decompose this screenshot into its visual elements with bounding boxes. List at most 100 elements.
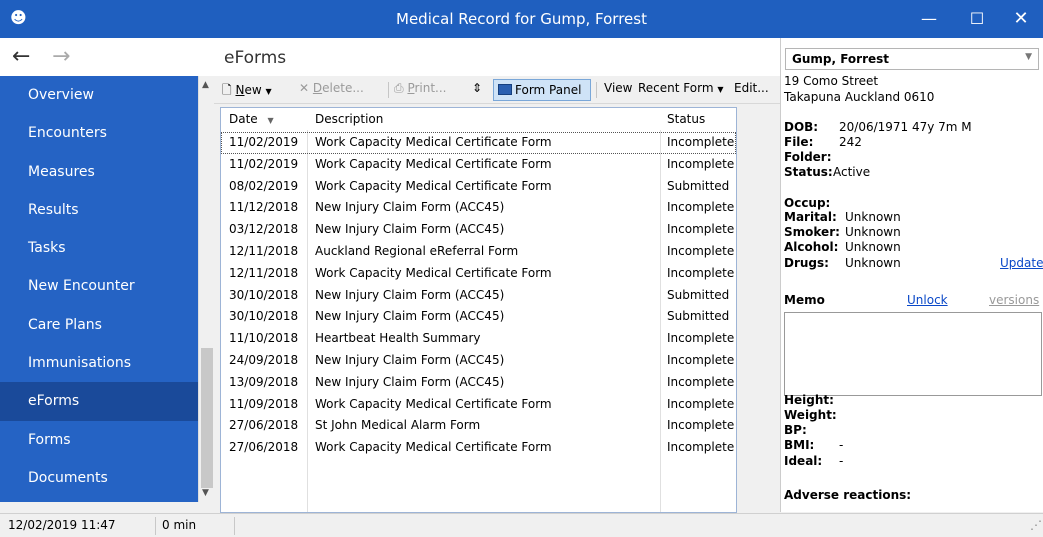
bp-label: BP: <box>784 423 807 437</box>
sidebar-item-new-encounter[interactable]: New Encounter <box>0 267 198 305</box>
unlock-link[interactable]: Unlock <box>907 293 948 307</box>
sidebar-item-care-plans[interactable]: Care Plans <box>0 306 198 344</box>
table-row[interactable]: 11/02/2019 Work Capacity Medical Certific… <box>221 154 736 176</box>
file-value: 242 <box>839 135 862 149</box>
bmi-label: BMI: <box>784 438 815 452</box>
table-row[interactable]: 30/10/2018 New Injury Claim Form (ACC45) S… <box>221 306 736 328</box>
sidebar-item-forms[interactable]: Forms <box>0 421 198 459</box>
table-row[interactable]: 11/09/2018 Work Capacity Medical Certific… <box>221 394 736 416</box>
cell-status: Incomplete <box>667 374 735 389</box>
cell-status: Incomplete <box>667 418 735 433</box>
alcohol-label: Alcohol: <box>784 240 839 254</box>
table-row[interactable]: 30/10/2018 New Injury Claim Form (ACC45) S… <box>221 285 736 307</box>
scroll-thumb[interactable] <box>201 348 213 488</box>
printer-icon: ⎙ <box>394 81 404 95</box>
status-bar: 12/02/2019 11:47 0 min ⋰ <box>0 513 1043 537</box>
table-row[interactable]: 11/02/2019 Work Capacity Medical Certific… <box>221 132 736 154</box>
app-icon: ☻ <box>10 8 27 27</box>
smoker-label: Smoker: <box>784 225 840 239</box>
sidebar-item-documents[interactable]: Documents <box>0 459 198 497</box>
memo-label: Memo <box>784 293 825 307</box>
sidebar-item-measures[interactable]: Measures <box>0 153 198 191</box>
sidebar-item-overview[interactable]: Overview <box>0 76 198 114</box>
bmi-value: - <box>839 438 844 452</box>
dob-value: 20/06/1971 47y 7m M <box>839 120 972 134</box>
delete-x-icon: ✕ <box>299 81 310 95</box>
cell-description: Work Capacity Medical Certificate Form <box>315 135 552 149</box>
cell-date: 30/10/2018 <box>229 309 299 324</box>
table-row[interactable]: 27/06/2018 Work Capacity Medical Certific… <box>221 437 736 459</box>
form-panel-button[interactable]: Form Panel <box>493 79 591 101</box>
table-row[interactable]: 12/11/2018 Work Capacity Medical Certific… <box>221 263 736 285</box>
cell-status: Incomplete <box>667 156 735 171</box>
ideal-label: Ideal: <box>784 454 823 468</box>
maximize-button[interactable]: ☐ <box>954 0 1000 38</box>
chevron-down-icon: ▼ <box>717 85 724 94</box>
view-label: View <box>604 81 633 95</box>
print-button[interactable]: ⎙ Print... <box>394 81 447 96</box>
marital-value: Unknown <box>845 210 901 224</box>
cell-description: Work Capacity Medical Certificate Form <box>315 178 552 193</box>
column-header-status[interactable]: Status <box>667 112 705 126</box>
cell-status: Incomplete <box>667 222 735 237</box>
minimize-button[interactable]: — <box>906 0 952 38</box>
cell-status: Incomplete <box>667 200 735 215</box>
cell-description: Work Capacity Medical Certificate Form <box>315 440 552 455</box>
table-row[interactable]: 11/12/2018 New Injury Claim Form (ACC45) I… <box>221 197 736 219</box>
table-row[interactable]: 13/09/2018 New Injury Claim Form (ACC45) I… <box>221 372 736 394</box>
ideal-value: - <box>839 454 844 468</box>
table-row[interactable]: 12/11/2018 Auckland Regional eReferral Fo… <box>221 241 736 263</box>
table-row[interactable]: 27/06/2018 St John Medical Alarm Form Inco… <box>221 415 736 437</box>
sidebar-item-eforms[interactable]: eForms <box>0 382 198 421</box>
cell-status: Incomplete <box>667 244 735 258</box>
new-button[interactable]: 🗋 New ▼ <box>222 81 272 102</box>
resize-grip-icon[interactable]: ⋰ <box>1030 518 1042 532</box>
eforms-list: Date ▼ Description Status 11/02/2019 Work… <box>220 107 737 513</box>
cell-description: Work Capacity Medical Certificate Form <box>315 156 552 171</box>
edit-button[interactable]: Edit... <box>734 81 769 95</box>
table-row[interactable]: 11/10/2018 Heartbeat Health Summary Incomp… <box>221 328 736 350</box>
sidebar-item-results[interactable]: Results <box>0 191 198 229</box>
cell-description: New Injury Claim Form (ACC45) <box>315 353 505 367</box>
scroll-up-icon[interactable]: ▲ <box>202 80 209 90</box>
sidebar-item-tasks[interactable]: Tasks <box>0 229 198 267</box>
update-link[interactable]: Update <box>1000 256 1043 270</box>
cell-description: New Injury Claim Form (ACC45) <box>315 200 505 215</box>
cell-date: 24/09/2018 <box>229 353 299 367</box>
scroll-down-icon[interactable]: ▼ <box>202 488 209 498</box>
forward-arrow-icon[interactable]: → <box>52 44 70 69</box>
sidebar-scrollbar[interactable]: ▲ ▼ <box>198 76 214 502</box>
cell-description: Work Capacity Medical Certificate Form <box>315 396 552 411</box>
recent-forms-dropdown[interactable]: Recent Form ▼ <box>638 81 724 95</box>
alcohol-value: Unknown <box>845 240 901 254</box>
table-row[interactable]: 24/09/2018 New Injury Claim Form (ACC45) I… <box>221 350 736 372</box>
cell-description: New Injury Claim Form (ACC45) <box>315 374 505 389</box>
close-button[interactable]: ✕ <box>998 0 1043 38</box>
delete-button[interactable]: ✕ Delete... <box>299 81 364 95</box>
sidebar: Overview Encounters Measures Results Tas… <box>0 76 198 502</box>
cell-date: 27/06/2018 <box>229 418 299 433</box>
cell-date: 08/02/2019 <box>229 178 299 193</box>
cell-date: 11/09/2018 <box>229 396 299 411</box>
memo-box[interactable] <box>784 312 1042 396</box>
column-header-description[interactable]: Description <box>315 112 383 126</box>
cell-status: Submitted <box>667 287 730 302</box>
cell-description: Work Capacity Medical Certificate Form <box>315 265 552 280</box>
cell-date: 11/02/2019 <box>229 135 299 149</box>
sync-icon[interactable]: ⇕ <box>472 81 482 95</box>
sidebar-item-immunisations[interactable]: Immunisations <box>0 344 198 382</box>
cell-status: Incomplete <box>667 135 735 149</box>
column-header-date[interactable]: Date ▼ <box>229 112 274 126</box>
chevron-down-icon: ▼ <box>265 87 272 96</box>
versions-link[interactable]: versions <box>989 293 1039 307</box>
cell-status: Submitted <box>667 309 730 324</box>
sidebar-item-encounters[interactable]: Encounters <box>0 114 198 152</box>
cell-date: 03/12/2018 <box>229 222 299 237</box>
patient-selector[interactable]: Gump, Forrest ▼ <box>785 48 1039 70</box>
table-row[interactable]: 08/02/2019 Work Capacity Medical Certific… <box>221 176 736 198</box>
dob-label: DOB: <box>784 120 819 134</box>
cell-status: Incomplete <box>667 353 735 367</box>
back-arrow-icon[interactable]: ← <box>12 44 30 69</box>
sort-down-icon: ▼ <box>267 116 274 125</box>
table-row[interactable]: 03/12/2018 New Injury Claim Form (ACC45) I… <box>221 219 736 241</box>
